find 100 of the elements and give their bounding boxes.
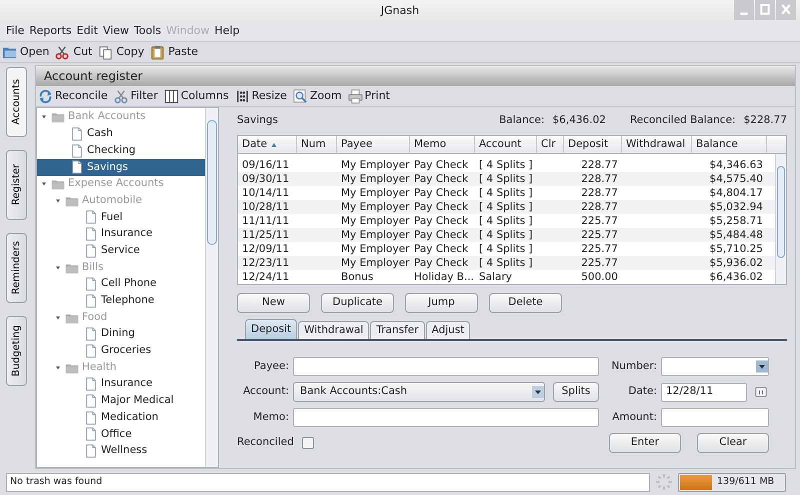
table-cell-text: Pay Check [413,228,470,242]
menu-item[interactable]: View [102,23,130,40]
side-tab[interactable]: Budgeting [6,316,27,386]
toolbar-button[interactable]: Columns [164,88,229,104]
side-tab[interactable]: Register [6,150,27,220]
clipboard-icon [150,44,166,60]
menu-item[interactable]: Help [214,23,240,40]
reconciled-balance-label: Reconciled Balance: [630,113,736,128]
input-field[interactable] [293,357,599,376]
tree-item[interactable]: Major Medical [37,392,205,410]
action-button[interactable]: Delete [489,293,562,313]
document-icon [84,344,98,358]
menu-item[interactable]: Tools [134,23,162,40]
column-header[interactable]: Deposit [564,136,622,154]
collapse-icon[interactable] [54,314,62,322]
table-cell-text: [ 4 Splits ] [478,200,534,214]
toolbar-button[interactable]: Zoom [292,88,342,104]
collapse-icon[interactable] [54,364,62,372]
date-field[interactable]: 12/28/11 [661,382,747,402]
table-cell-text: 11/11/11 [241,214,290,228]
field-label: Number: [611,360,657,372]
table-cell-text: 228.77 [580,158,619,172]
table-cell-text: [ 4 Splits ] [478,228,534,242]
side-tab[interactable]: Accounts [6,67,27,137]
scrollbar[interactable] [205,108,218,467]
field-label: Memo: [253,410,289,423]
input-field[interactable] [293,408,599,427]
menu-item[interactable]: File [6,23,24,40]
tree-item[interactable]: Savings [37,159,205,176]
table-cell-text: [ 4 Splits ] [478,172,534,186]
tree-item[interactable]: Insurance [37,376,205,393]
balance-value: $6,436.02 [552,113,606,128]
form-tab[interactable]: Withdrawal [298,321,370,339]
toolbar-button[interactable]: Filter [114,88,158,104]
column-header[interactable]: Withdrawal [622,136,692,154]
column-header[interactable]: Clr [537,136,564,154]
tree-item[interactable]: Fuel [37,209,205,226]
table-cell-text: 225.77 [580,256,619,270]
action-button[interactable]: Duplicate [321,293,394,313]
table-cell-text: Pay Check [413,242,470,256]
table-cell-text: 12/23/11 [241,256,290,270]
sort-ascending-icon [270,140,278,148]
action-button[interactable]: Jump [405,293,478,313]
tree-item[interactable]: Wellness [37,442,205,460]
printer-icon [348,88,363,104]
table-cell-text: $5,936.02 [708,256,764,270]
resize-icon [234,88,250,104]
menu-item[interactable]: Reports [29,23,72,40]
tree-item[interactable]: Cell Phone [37,276,205,293]
calendar-icon[interactable] [755,386,767,398]
tree-item[interactable]: Cash [37,126,205,142]
field-label: Account: [243,385,289,398]
tree-item[interactable]: Checking [37,142,205,160]
form-tab[interactable]: Deposit [245,319,298,339]
document-icon [84,377,98,392]
toolbar-button[interactable]: Resize [234,88,287,104]
toolbar-button[interactable]: Paste [150,44,198,60]
side-tab[interactable]: Reminders [6,233,27,303]
tree-item[interactable]: Telephone [37,292,205,310]
copy-icon [98,44,114,60]
column-header[interactable]: Memo [410,136,475,154]
toolbar-button[interactable]: Open [2,44,50,60]
column-header[interactable]: Num [297,136,337,154]
collapse-icon[interactable] [54,264,62,272]
menu-item[interactable]: Edit [76,23,98,40]
tree-item[interactable]: Service [37,242,205,260]
document-icon [84,227,98,242]
action-button[interactable]: Enter [609,433,681,453]
combo-box[interactable] [661,357,769,376]
table-cell-text: [ 4 Splits ] [478,158,534,172]
action-button[interactable]: Clear [697,433,769,453]
column-header[interactable]: Payee [337,136,410,154]
toolbar-button[interactable]: Print [348,88,390,104]
tree-item[interactable]: Groceries [37,342,205,360]
toolbar-button[interactable]: Copy [98,44,144,60]
balance-label: Balance: [499,113,544,128]
combo-box[interactable]: Bank Accounts:Cash [293,382,545,402]
toolbar-button[interactable]: Reconcile [38,88,108,104]
scrollbar[interactable] [775,154,786,284]
splits-button[interactable]: Splits [553,382,599,402]
table-cell-text: Bonus [340,270,374,284]
column-header[interactable]: Date [238,136,297,154]
form-tab[interactable]: Transfer [370,321,425,339]
dropdown-icon [756,358,768,375]
tree-item[interactable]: Dining [37,326,205,343]
form-tab[interactable]: Adjust [426,321,470,339]
table-cell-text: Pay Check [413,214,470,228]
column-header[interactable]: Account [475,136,537,154]
action-button[interactable]: New [237,293,310,313]
tree-item[interactable]: Office [37,426,205,443]
document-icon [84,444,98,458]
toolbar-button[interactable]: Cut [55,44,92,60]
table-cell-text: [ 4 Splits ] [478,256,534,270]
table-cell-text: Pay Check [413,200,470,214]
input-field[interactable] [661,408,769,427]
document-icon [70,160,84,174]
tree-item[interactable]: Medication [37,409,205,426]
column-header[interactable]: Balance [692,136,767,154]
tree-item[interactable]: Insurance [37,226,205,242]
checkbox[interactable] [302,437,314,449]
